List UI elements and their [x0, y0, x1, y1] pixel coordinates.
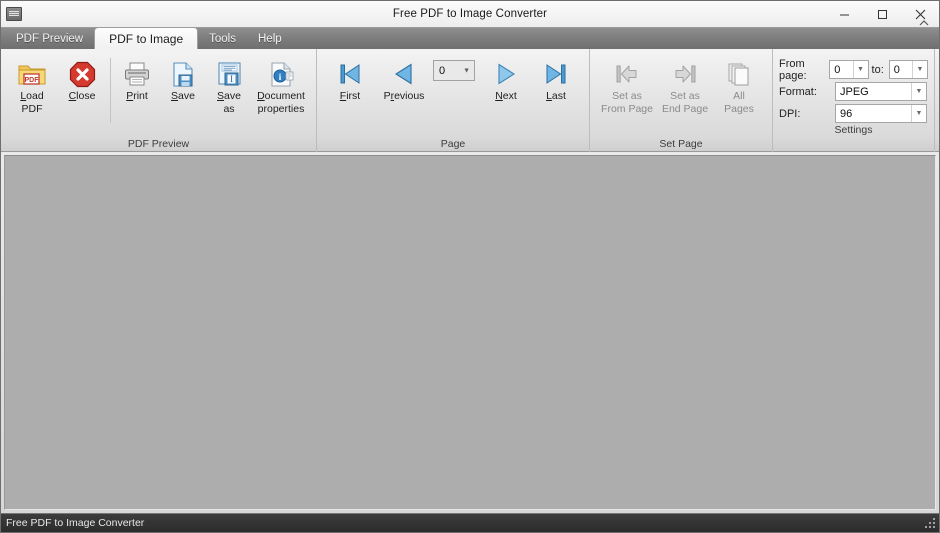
from-page-value: 0 [834, 63, 841, 76]
dpi-label: DPI: [779, 107, 801, 120]
all-pages-button[interactable]: All Pages [714, 54, 764, 116]
status-bar: Free PDF to Image Converter [1, 513, 939, 532]
group-divider [110, 58, 111, 123]
page-number-spinner[interactable]: 0 ▼ [433, 60, 475, 81]
save-document-icon [170, 58, 197, 90]
print-button[interactable]: Print [114, 54, 160, 104]
app-window-icon [6, 7, 22, 21]
from-page-label: From page: [779, 57, 807, 82]
set-as-end-page-label-1: Set as [670, 90, 700, 102]
svg-text:I: I [230, 74, 233, 84]
dpi-combo[interactable]: 96 ▼ [835, 104, 927, 123]
arrow-to-right-bar-icon [671, 58, 699, 90]
all-pages-label-1: All [733, 90, 745, 102]
resize-grip-icon[interactable] [924, 517, 937, 530]
set-as-from-page-label-2: From Page [601, 102, 653, 115]
format-label: Format: [779, 85, 817, 98]
from-page-row: From page: 0 ▼ to: 0 ▼ [779, 57, 928, 82]
save-as-icon: I [216, 58, 243, 90]
ribbon-group-pdf-to-image: PDF Convert PDF to Image PDF to Image [935, 49, 940, 152]
maximize-button[interactable] [863, 1, 901, 27]
previous-page-button[interactable]: Previous [375, 54, 433, 104]
window-title: Free PDF to Image Converter [392, 8, 548, 20]
close-pdf-label: Close [68, 90, 96, 102]
arrow-to-left-bar-icon [613, 58, 641, 90]
dpi-value: 96 [840, 107, 853, 120]
previous-page-label: Previous [383, 90, 425, 102]
from-page-combo[interactable]: 0 ▼ [829, 60, 869, 79]
print-label: Print [126, 90, 148, 102]
status-text: Free PDF to Image Converter [6, 517, 145, 529]
set-as-from-page-button[interactable]: Set as From Page [598, 54, 656, 116]
svg-text:PDF: PDF [25, 77, 40, 84]
application-window: Free PDF to Image Converter PDF Preview … [0, 0, 940, 533]
tab-tools[interactable]: Tools [198, 28, 247, 49]
document-properties-button[interactable]: i Document properties [252, 54, 310, 116]
set-as-end-page-label-2: End Page [661, 102, 709, 115]
last-page-label: Last [546, 90, 566, 102]
tab-pdf-to-image[interactable]: PDF to Image [94, 27, 199, 49]
save-button[interactable]: Save [160, 54, 206, 104]
to-label: to: [871, 63, 884, 76]
first-page-button[interactable]: First [325, 54, 375, 104]
load-pdf-button[interactable]: PDF Load PDF [7, 54, 57, 116]
tab-pdf-preview[interactable]: PDF Preview [5, 28, 94, 49]
ribbon-tab-strip: PDF Preview PDF to Image Tools Help [1, 20, 939, 49]
page-number-value: 0 [439, 64, 446, 77]
printer-icon [123, 58, 151, 90]
set-as-end-page-button[interactable]: Set as End Page [656, 54, 714, 116]
save-label: Save [171, 90, 195, 102]
chevron-down-icon: ▼ [463, 67, 470, 74]
skip-to-end-icon [543, 58, 569, 90]
last-page-button[interactable]: Last [531, 54, 581, 104]
minimize-button[interactable] [825, 1, 863, 27]
tab-help[interactable]: Help [247, 28, 293, 49]
previous-arrow-icon [391, 58, 417, 90]
chevron-down-icon: ▼ [911, 83, 926, 100]
load-pdf-label-1: Load [20, 90, 44, 102]
set-as-from-page-label-1: Set as [612, 90, 642, 102]
format-combo[interactable]: JPEG ▼ [835, 82, 927, 101]
save-as-label-1: Save [217, 90, 241, 102]
save-as-button[interactable]: I Save as [206, 54, 252, 116]
format-value: JPEG [840, 85, 869, 98]
ribbon-group-page: First Previous 0 ▼ Next Last Page [317, 49, 590, 152]
format-row: Format: JPEG ▼ [779, 82, 928, 101]
multiple-pages-icon [726, 58, 752, 90]
ribbon: PDF Load PDF Close Print Save I Save as … [1, 49, 939, 152]
load-pdf-label-2: PDF [21, 102, 43, 115]
next-arrow-icon [493, 58, 519, 90]
next-page-button[interactable]: Next [481, 54, 531, 104]
pdf-preview-canvas[interactable] [4, 155, 936, 510]
chevron-down-icon: ▼ [852, 61, 868, 78]
skip-to-start-icon [337, 58, 363, 90]
close-octagon-icon [69, 58, 96, 90]
document-properties-label-1: Document [257, 90, 305, 102]
all-pages-label-2: Pages [724, 102, 754, 115]
group-label-set-page: Set Page [659, 138, 703, 150]
group-label-pdf-preview: PDF Preview [127, 138, 190, 150]
to-page-value: 0 [893, 63, 900, 76]
ribbon-group-set-page: Set as From Page Set as End Page All Pag… [590, 49, 773, 152]
save-as-label-2: as [223, 102, 235, 115]
ribbon-group-settings: From page: 0 ▼ to: 0 ▼ Format: JPEG ▼ DP… [773, 49, 935, 152]
document-properties-label-2: properties [257, 102, 305, 115]
chevron-down-icon: ▼ [911, 105, 926, 122]
ribbon-group-pdf-preview: PDF Load PDF Close Print Save I Save as … [1, 49, 317, 152]
chevron-up-icon[interactable] [917, 16, 931, 30]
next-page-label: Next [495, 90, 517, 102]
first-page-label: First [339, 90, 361, 102]
to-page-combo[interactable]: 0 ▼ [888, 60, 928, 79]
close-pdf-button[interactable]: Close [57, 54, 107, 104]
group-label-settings: Settings [834, 124, 873, 136]
document-info-icon: i [268, 58, 295, 90]
title-bar: Free PDF to Image Converter [1, 1, 939, 27]
group-label-page: Page [440, 138, 466, 150]
folder-pdf-icon: PDF [17, 58, 47, 90]
group-label-pdf-to-image: PDF to Image [935, 137, 940, 152]
chevron-down-icon: ▼ [911, 61, 927, 78]
dpi-row: DPI: 96 ▼ [779, 104, 928, 123]
